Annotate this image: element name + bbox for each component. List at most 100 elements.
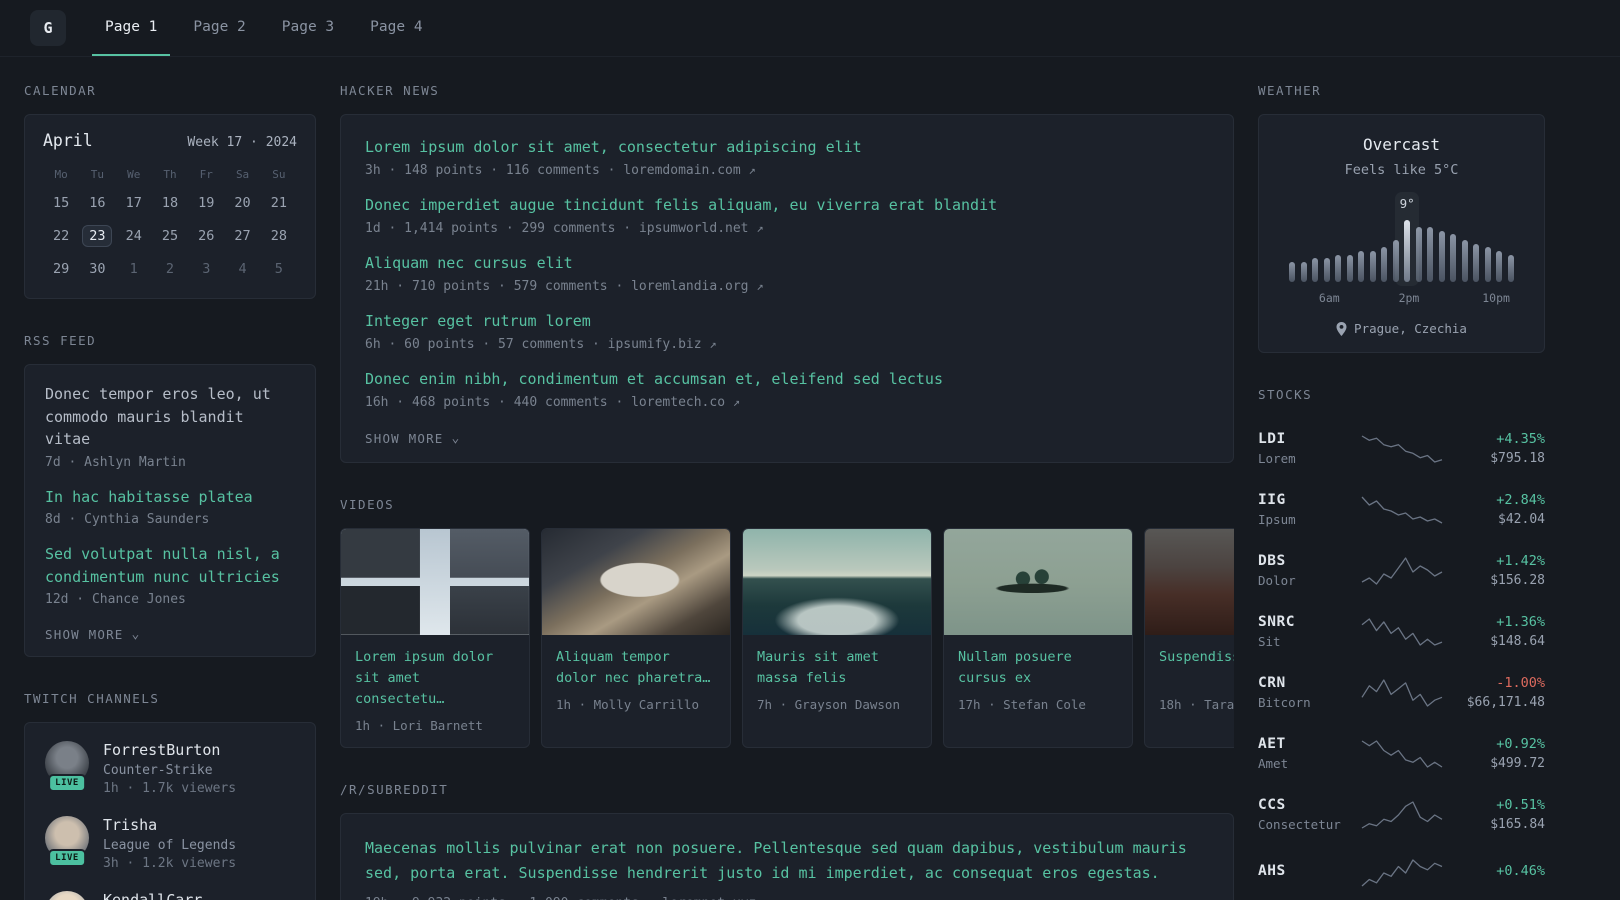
stock-row: SNRC Sit +1.36% $148.64 — [1258, 601, 1545, 662]
avatar-wrap: LIVE — [45, 891, 89, 900]
weather-feels-like: Feels like 5°C — [1344, 162, 1459, 178]
tab-page-3[interactable]: Page 3 — [269, 0, 347, 56]
hn-story-link[interactable]: Integer eget rutrum lorem — [365, 311, 1209, 332]
video-card[interactable]: Suspendisse diam 18h · Tara — [1144, 528, 1234, 748]
hn-story-domain[interactable]: loremlandia.org ↗ — [631, 279, 763, 294]
calendar-day-next-month: 3 — [202, 261, 211, 277]
stock-sparkline — [1360, 678, 1442, 707]
rss-item: Sed volutpat nulla nisl, a condimentum n… — [45, 543, 295, 607]
hn-story-meta: 3h · 148 points · 116 comments · loremdo… — [365, 163, 1209, 178]
avatar-wrap: LIVE — [45, 816, 89, 867]
calendar-dow: Mo — [54, 168, 68, 181]
stock-values: +0.51% $165.84 — [1452, 797, 1545, 832]
calendar-section-title: CALENDAR — [24, 83, 97, 98]
weather-bar — [1289, 261, 1295, 282]
stock-symbol: DBS — [1258, 553, 1286, 569]
hn-story-link[interactable]: Lorem ipsum dolor sit amet, consectetur … — [365, 137, 1209, 158]
videos-section-title: VIDEOS — [340, 497, 395, 512]
calendar-day: 27 — [234, 228, 251, 244]
stock-values: +2.84% $42.04 — [1452, 492, 1545, 527]
tab-page-1[interactable]: Page 1 — [92, 0, 171, 56]
rss-show-more-button[interactable]: SHOW MORE ⌄ — [45, 623, 141, 642]
hn-story-domain[interactable]: loremtech.co ↗ — [631, 395, 740, 410]
app-logo: G — [30, 10, 66, 46]
hn-story-stats: 21h · 710 points · 579 comments · — [365, 279, 624, 294]
calendar-day: 28 — [270, 228, 287, 244]
hn-story-domain[interactable]: loremdomain.com ↗ — [623, 163, 755, 178]
stock-change: +2.84% — [1496, 492, 1545, 508]
stock-change: +4.35% — [1496, 431, 1545, 447]
video-body: Nullam posuere cursus ex 17h · Stefan Co… — [944, 635, 1132, 726]
hn-story-meta: 1d · 1,414 points · 299 comments · ipsum… — [365, 221, 1209, 236]
stock-name: Sit — [1258, 634, 1281, 649]
hn-story-meta: 16h · 468 points · 440 comments · loremt… — [365, 395, 1209, 410]
rss-item-link[interactable]: Sed volutpat nulla nisl, a condimentum n… — [45, 543, 295, 588]
video-card[interactable]: Lorem ipsum dolor sit amet consectetu… 1… — [340, 528, 530, 748]
calendar-dow: Th — [163, 168, 177, 181]
rss-item-link[interactable]: Donec tempor eros leo, ut commodo mauris… — [45, 383, 295, 451]
hn-story-link[interactable]: Donec imperdiet augue tincidunt felis al… — [365, 195, 1209, 216]
weather-bar — [1300, 261, 1307, 282]
stock-row: DBS Dolor +1.42% $156.28 — [1258, 540, 1545, 601]
video-thumbnail — [542, 529, 730, 635]
stock-values: +0.46% — [1452, 863, 1545, 883]
tab-page-2[interactable]: Page 2 — [180, 0, 258, 56]
stock-price: $156.28 — [1490, 573, 1545, 588]
external-link-icon: ↗ — [756, 279, 764, 293]
hn-story-link[interactable]: Donec enim nibh, condimentum et accumsan… — [365, 369, 1209, 390]
weather-time-label: 10pm — [1482, 291, 1510, 305]
rss-item: Donec tempor eros leo, ut commodo mauris… — [45, 383, 295, 470]
twitch-section: TWITCH CHANNELS LIVE ForrestBurton Count… — [24, 691, 316, 900]
twitch-channel[interactable]: LIVE KendallCarr — [45, 891, 295, 900]
stock-sparkline — [1361, 739, 1442, 768]
stock-values: +0.92% $499.72 — [1452, 736, 1545, 771]
weather-bar — [1484, 247, 1491, 282]
twitch-channel[interactable]: LIVE ForrestBurton Counter-Strike 1h · 1… — [45, 741, 295, 796]
channel-game: Counter-Strike — [103, 763, 213, 778]
stock-change: +0.46% — [1496, 863, 1545, 879]
stock-price: $42.04 — [1498, 512, 1545, 527]
weather-bar — [1358, 251, 1365, 282]
channel-name[interactable]: Trisha — [103, 816, 236, 834]
subreddit-post-link[interactable]: Maecenas mollis pulvinar erat non posuer… — [365, 836, 1209, 887]
twitch-section-title: TWITCH CHANNELS — [24, 691, 160, 706]
calendar-month: April — [43, 131, 93, 150]
video-title[interactable]: Suspendisse diam — [1159, 647, 1234, 689]
hn-story-domain[interactable]: ipsumworld.net ↗ — [639, 221, 764, 236]
stock-price: $148.64 — [1490, 634, 1545, 649]
video-card[interactable]: Nullam posuere cursus ex 17h · Stefan Co… — [943, 528, 1133, 748]
hn-story-link[interactable]: Aliquam nec cursus elit — [365, 253, 1209, 274]
hn-story-domain[interactable]: ipsumify.biz ↗ — [608, 337, 717, 352]
calendar-day: 20 — [234, 195, 251, 211]
calendar-day: 21 — [270, 195, 287, 211]
twitch-channel[interactable]: LIVE Trisha League of Legends 3h · 1.2k … — [45, 816, 295, 871]
stock-row: AET Amet +0.92% $499.72 — [1258, 723, 1545, 784]
stock-symbol: AHS — [1258, 863, 1286, 879]
video-title[interactable]: Mauris sit amet massa felis — [757, 647, 917, 689]
rss-item-link[interactable]: In hac habitasse platea — [45, 486, 295, 509]
subreddit-post-domain[interactable]: loremnet.xyz ↗ — [662, 896, 771, 900]
calendar-day: 22 — [53, 228, 70, 244]
tab-page-4[interactable]: Page 4 — [357, 0, 435, 56]
stock-change: +1.36% — [1496, 614, 1545, 630]
video-body: Suspendisse diam 18h · Tara — [1145, 635, 1234, 726]
video-title[interactable]: Aliquam tempor dolor nec pharetra… — [556, 647, 716, 689]
video-thumbnail — [944, 529, 1132, 635]
channel-name[interactable]: ForrestBurton — [103, 741, 236, 759]
weather-bar — [1427, 226, 1434, 282]
weather-peak-temp: 9° — [1399, 196, 1415, 211]
hackernews-show-more-button[interactable]: SHOW MORE ⌄ — [365, 427, 461, 446]
video-title[interactable]: Nullam posuere cursus ex — [958, 647, 1118, 689]
stock-sparkline — [1361, 496, 1442, 524]
video-title[interactable]: Lorem ipsum dolor sit amet consectetu… — [355, 647, 515, 710]
channel-name[interactable]: KendallCarr — [103, 891, 202, 900]
external-link-icon: ↗ — [748, 163, 756, 177]
videos-section: VIDEOS Lorem ipsum dolor sit amet consec… — [340, 497, 1234, 748]
rss-item-meta: 8d · Cynthia Saunders — [45, 512, 210, 527]
video-card[interactable]: Aliquam tempor dolor nec pharetra… 1h · … — [541, 528, 731, 748]
video-card[interactable]: Mauris sit amet massa felis 7h · Grayson… — [742, 528, 932, 748]
stocks-section-title: STOCKS — [1258, 387, 1313, 402]
weather-bars: 9° — [1289, 192, 1514, 286]
calendar-day: 16 — [89, 195, 106, 211]
stock-row: LDI Lorem +4.35% $795.18 — [1258, 418, 1545, 479]
